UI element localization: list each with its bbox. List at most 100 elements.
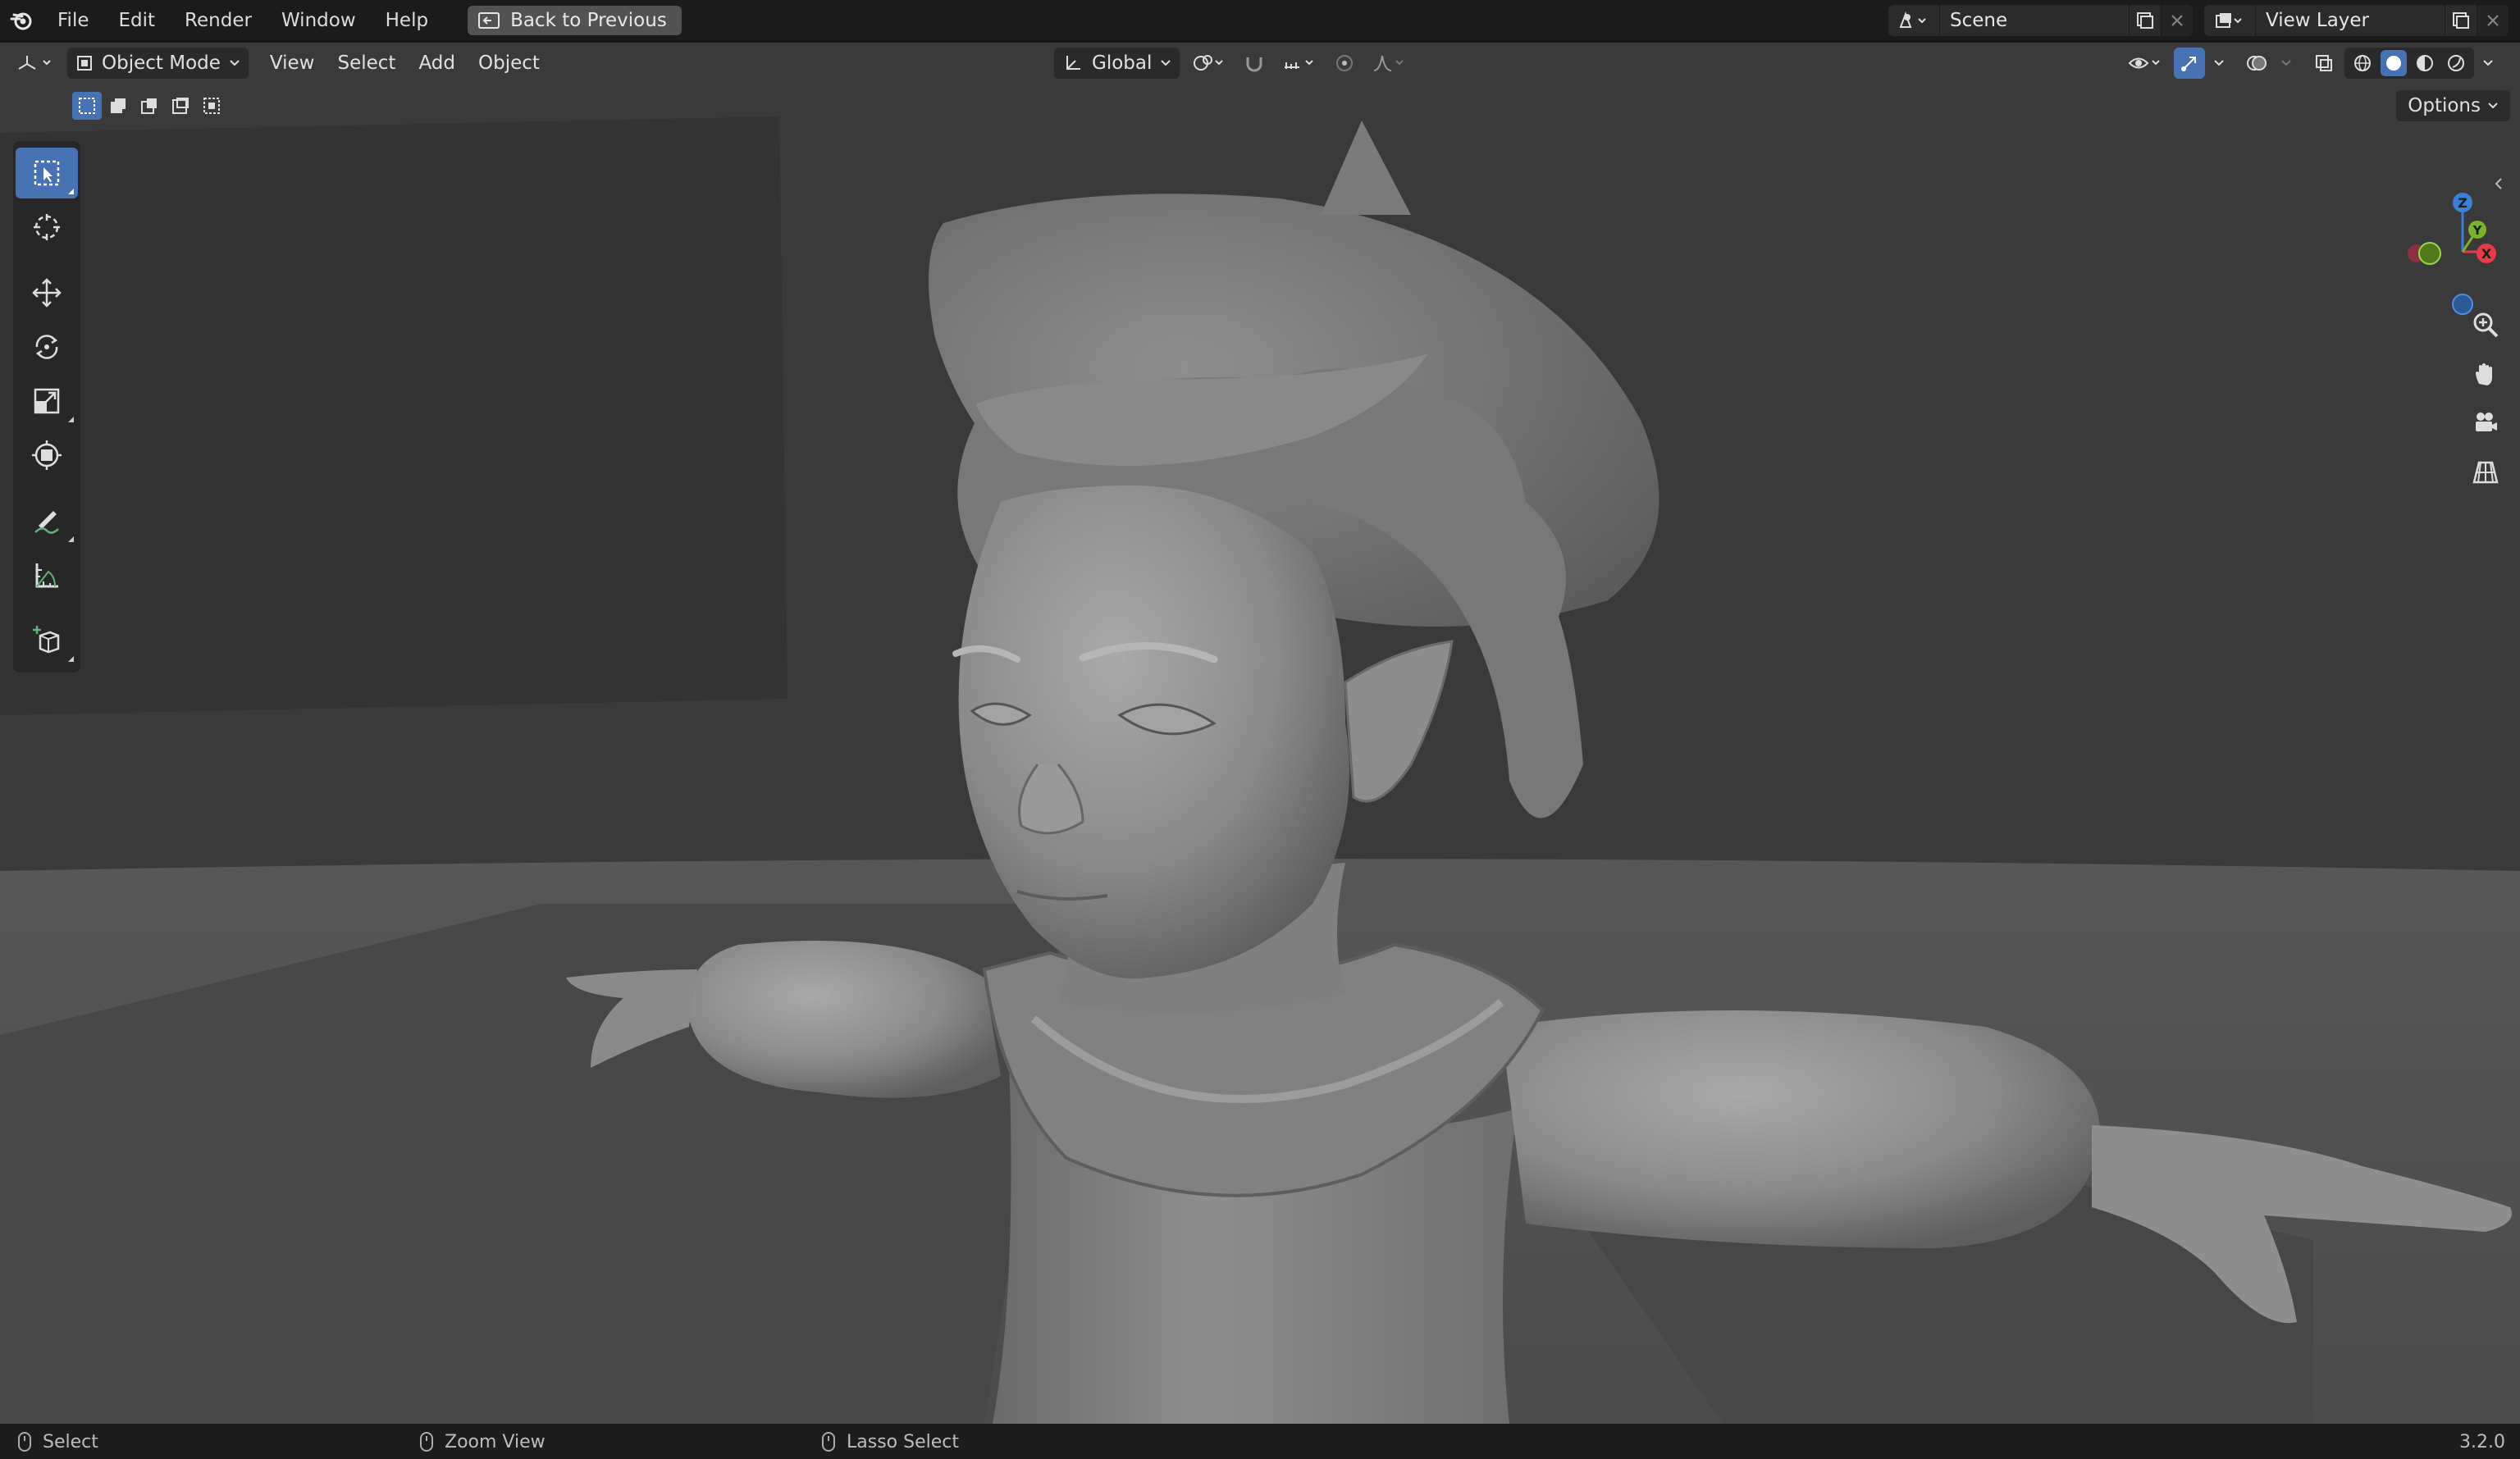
proportional-editing-toggle[interactable] bbox=[1329, 48, 1360, 79]
selection-mode-group bbox=[72, 92, 226, 120]
chevron-down-icon bbox=[2214, 60, 2224, 66]
blender-logo-icon[interactable] bbox=[0, 0, 43, 41]
select-extend-button[interactable] bbox=[103, 92, 133, 120]
wireframe-shading-button[interactable] bbox=[2349, 50, 2376, 76]
material-preview-button[interactable] bbox=[2412, 50, 2438, 76]
pan-view-button[interactable] bbox=[2468, 356, 2504, 392]
chevron-down-icon bbox=[2281, 60, 2291, 66]
annotate-icon bbox=[34, 511, 59, 534]
transform-orientation-dropdown[interactable]: Global bbox=[1054, 48, 1180, 79]
view-layer-selector[interactable]: View Layer bbox=[2204, 5, 2509, 36]
toggle-perspective-button[interactable] bbox=[2468, 454, 2504, 490]
duplicate-icon bbox=[2137, 12, 2153, 29]
tool-shelf bbox=[13, 141, 80, 673]
rendered-shading-button[interactable] bbox=[2443, 50, 2469, 76]
viewport-header: Object Mode View Select Add Object Globa… bbox=[0, 43, 2520, 84]
menu-help[interactable]: Help bbox=[371, 0, 443, 41]
chevron-down-icon bbox=[1161, 60, 1171, 66]
status-left-action: Select bbox=[43, 1431, 98, 1452]
status-left-mouse: Select bbox=[18, 1432, 98, 1452]
left-mouse-icon bbox=[18, 1432, 31, 1452]
scene-type-dropdown[interactable] bbox=[1888, 5, 1940, 36]
neg-y-axis-bubble[interactable] bbox=[2418, 242, 2441, 265]
pivot-point-dropdown[interactable] bbox=[1186, 48, 1232, 79]
annotate-tool[interactable] bbox=[16, 495, 78, 546]
measure-tool[interactable] bbox=[16, 549, 78, 600]
close-icon bbox=[2487, 15, 2499, 26]
options-label: Options bbox=[2408, 95, 2481, 116]
select-new-icon bbox=[79, 98, 95, 114]
solid-shading-button[interactable] bbox=[2381, 50, 2407, 76]
gizmo-dropdown[interactable] bbox=[2210, 48, 2228, 79]
transform-icon bbox=[32, 440, 62, 470]
proportional-falloff-dropdown[interactable] bbox=[1367, 48, 1413, 79]
close-icon bbox=[2171, 15, 2183, 26]
overlays-dropdown[interactable] bbox=[2277, 48, 2295, 79]
visibility-dropdown[interactable] bbox=[2123, 48, 2169, 79]
select-box-tool[interactable] bbox=[16, 148, 78, 198]
view-layer-name-field[interactable]: View Layer bbox=[2256, 5, 2445, 36]
object-mode-label: Object Mode bbox=[102, 52, 221, 74]
view-layer-type-dropdown[interactable] bbox=[2204, 5, 2256, 36]
back-to-previous-button[interactable]: Back to Previous bbox=[468, 6, 682, 35]
back-to-previous-label: Back to Previous bbox=[510, 10, 667, 31]
shading-dropdown[interactable] bbox=[2479, 48, 2497, 79]
x-axis-label: X bbox=[2481, 246, 2492, 262]
add-cube-icon bbox=[33, 626, 60, 654]
select-invert-button[interactable] bbox=[166, 92, 195, 120]
falloff-curve-icon bbox=[1374, 55, 1404, 71]
options-dropdown[interactable]: Options bbox=[2396, 90, 2510, 121]
measure-icon bbox=[35, 563, 58, 588]
scale-tool[interactable] bbox=[16, 376, 78, 426]
z-axis-label: Z bbox=[2458, 195, 2468, 211]
scene-selector[interactable]: Scene bbox=[1888, 5, 2193, 36]
right-mouse-icon bbox=[822, 1432, 835, 1452]
menu-edit[interactable]: Edit bbox=[104, 0, 171, 41]
viewport-menu-add[interactable]: Add bbox=[407, 43, 467, 84]
viewport-scene[interactable] bbox=[0, 43, 2520, 1424]
wireframe-sphere-icon bbox=[2354, 55, 2371, 71]
viewport-menu-object[interactable]: Object bbox=[467, 43, 551, 84]
proportional-editing-icon bbox=[1336, 55, 1354, 71]
select-new-button[interactable] bbox=[72, 92, 102, 120]
new-scene-button[interactable] bbox=[2129, 5, 2161, 36]
cursor-tool[interactable] bbox=[16, 202, 78, 253]
scene-name-field[interactable]: Scene bbox=[1940, 5, 2129, 36]
solid-sphere-icon bbox=[2386, 56, 2401, 71]
select-subtract-button[interactable] bbox=[135, 92, 164, 120]
select-intersect-button[interactable] bbox=[197, 92, 226, 120]
viewport-menu-select[interactable]: Select bbox=[326, 43, 407, 84]
zoom-icon bbox=[2473, 312, 2499, 338]
object-mode-dropdown[interactable]: Object Mode bbox=[67, 48, 249, 79]
move-tool[interactable] bbox=[16, 267, 78, 318]
overlays-toggle[interactable] bbox=[2241, 48, 2272, 79]
status-middle-action: Zoom View bbox=[445, 1431, 546, 1452]
xray-toggle[interactable] bbox=[2308, 48, 2340, 79]
new-view-layer-button[interactable] bbox=[2445, 5, 2477, 36]
view-layer-icon bbox=[2216, 13, 2242, 28]
move-icon bbox=[32, 278, 62, 308]
editor-type-dropdown[interactable] bbox=[11, 48, 61, 79]
3d-viewport[interactable]: Object Mode View Select Add Object Globa… bbox=[0, 43, 2520, 1424]
gizmo-toggle[interactable] bbox=[2174, 48, 2205, 79]
snap-target-dropdown[interactable] bbox=[1276, 48, 1322, 79]
zoom-view-button[interactable] bbox=[2468, 307, 2504, 343]
viewport-menu-view[interactable]: View bbox=[258, 43, 326, 84]
transform-tool[interactable] bbox=[16, 430, 78, 481]
snap-toggle[interactable] bbox=[1239, 48, 1270, 79]
sidebar-toggle[interactable] bbox=[2481, 166, 2517, 202]
rotate-tool[interactable] bbox=[16, 321, 78, 372]
delete-scene-button[interactable] bbox=[2161, 5, 2193, 36]
global-axis-icon bbox=[1066, 56, 1080, 70]
add-cube-tool[interactable] bbox=[16, 615, 78, 666]
magnet-icon bbox=[1246, 57, 1262, 72]
menu-file[interactable]: File bbox=[43, 0, 104, 41]
hand-icon bbox=[2476, 363, 2492, 385]
menu-window[interactable]: Window bbox=[267, 0, 371, 41]
camera-view-button[interactable] bbox=[2468, 405, 2504, 441]
backdrop-panel bbox=[0, 116, 788, 715]
menu-render[interactable]: Render bbox=[170, 0, 267, 41]
scene-icon bbox=[1899, 11, 1926, 28]
delete-view-layer-button[interactable] bbox=[2477, 5, 2509, 36]
status-right-action: Lasso Select bbox=[847, 1431, 959, 1452]
